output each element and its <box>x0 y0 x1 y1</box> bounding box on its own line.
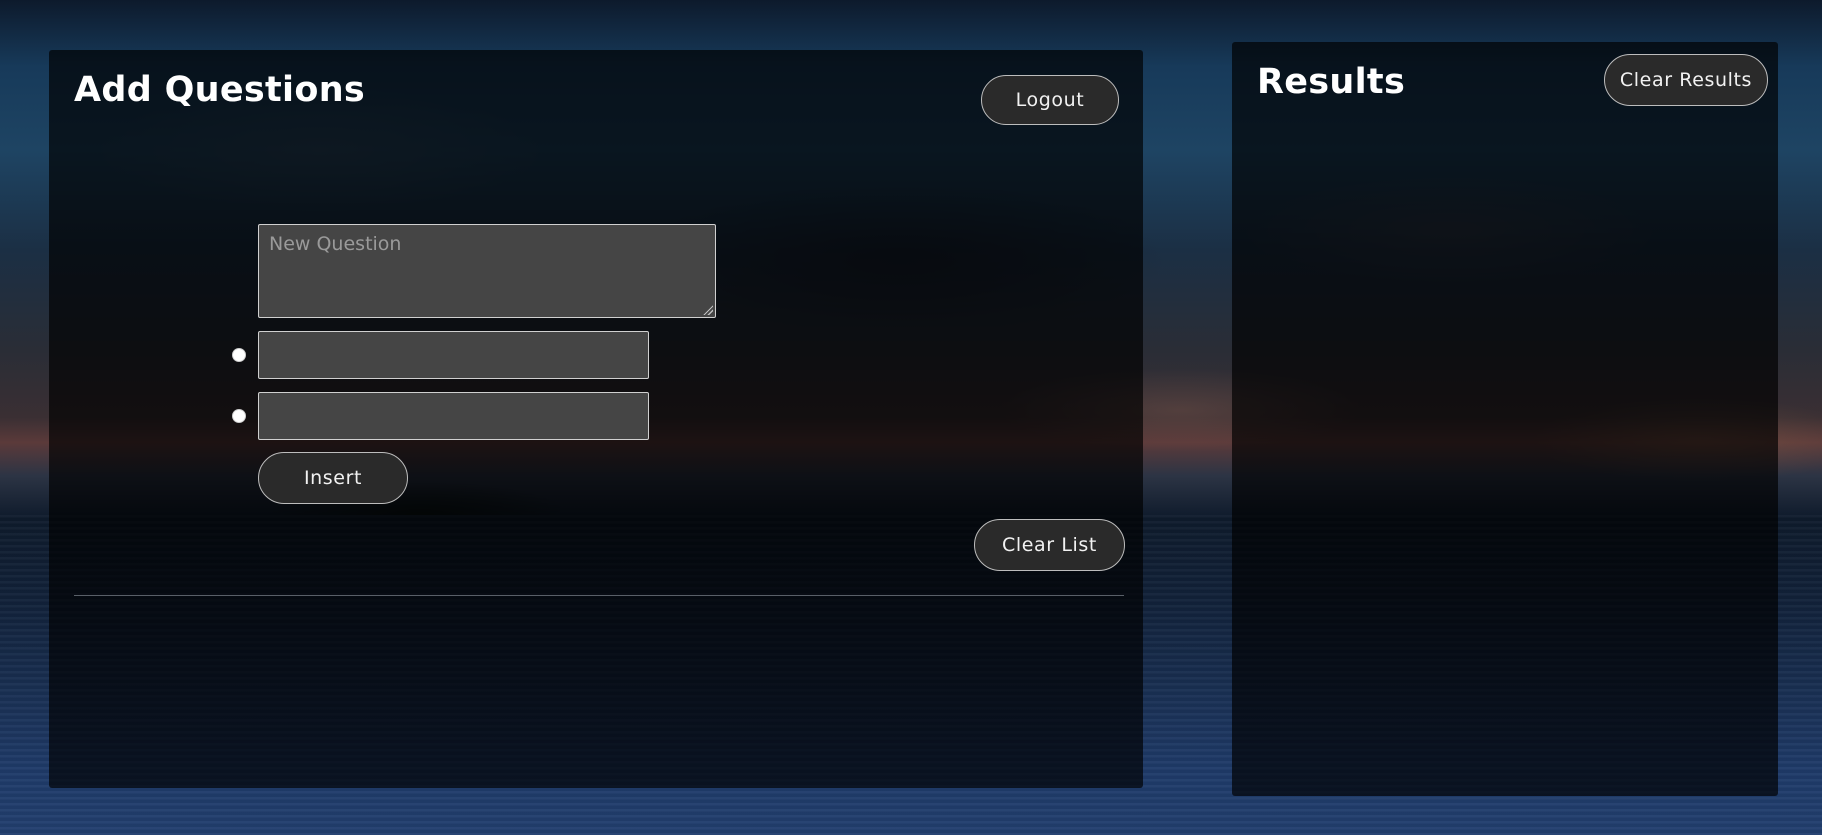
answer-radio-1[interactable] <box>232 348 246 362</box>
answer-radio-2[interactable] <box>232 409 246 423</box>
new-question-textarea[interactable]: New Question <box>258 224 716 318</box>
answer-input-2[interactable] <box>258 392 649 440</box>
results-panel: Results Clear Results <box>1232 42 1778 796</box>
add-questions-panel: Add Questions Logout New Question Insert… <box>49 50 1143 788</box>
answer-row <box>232 392 652 440</box>
results-title: Results <box>1257 62 1406 102</box>
answer-input-1[interactable] <box>258 331 649 379</box>
new-question-placeholder: New Question <box>269 233 402 255</box>
logout-button[interactable]: Logout <box>981 75 1119 125</box>
clear-results-button[interactable]: Clear Results <box>1604 54 1768 106</box>
add-questions-title: Add Questions <box>74 70 366 110</box>
answer-row <box>232 331 652 379</box>
clear-list-button[interactable]: Clear List <box>974 519 1125 571</box>
insert-button[interactable]: Insert <box>258 452 408 504</box>
resize-grip-icon[interactable] <box>703 305 713 315</box>
divider <box>74 595 1124 596</box>
